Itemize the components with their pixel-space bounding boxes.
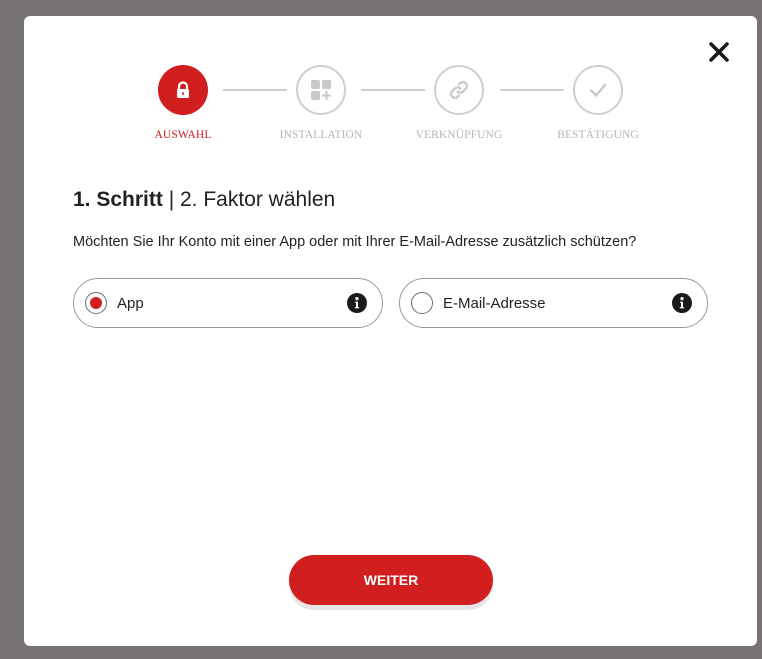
step-title: 2. Faktor wählen [179,188,336,211]
step-installation: INSTALLATION [271,65,371,141]
step-label: AUSWAHL [154,129,212,141]
step-verknuepfung: VERKNÜPFUNG [409,65,509,141]
step-number: 1. Schritt [73,188,163,211]
step-label: VERKNÜPFUNG [415,129,503,141]
question-text: Möchten Sie Ihr Konto mit einer App oder… [73,234,637,250]
step-label: BESTÄTIGUNG [557,129,639,141]
radio-button[interactable] [411,292,433,314]
option-label: E-Mail-Adresse [443,294,546,312]
lock-icon [177,81,189,98]
link-icon [449,80,469,100]
step-bestaetigung: BESTÄTIGUNG [548,65,648,141]
info-icon[interactable] [347,293,367,313]
step-circle [434,65,484,115]
page-title: 1. Schritt | 2. Faktor wählen [73,188,335,212]
step-circle [158,65,208,115]
app-grid-icon [311,80,332,101]
step-label: INSTALLATION [279,129,363,141]
check-icon [589,83,607,97]
option-email[interactable]: E-Mail-Adresse [399,278,708,328]
info-icon[interactable] [672,293,692,313]
close-icon[interactable] [707,40,731,64]
weiter-button[interactable]: WEITER [289,555,493,605]
modal-dialog: AUSWAHL INSTALLATION VERKNÜPFUNG BESTÄTI… [24,16,757,646]
option-app[interactable]: App [73,278,383,328]
step-circle [573,65,623,115]
title-separator: | [162,188,180,211]
step-circle [296,65,346,115]
option-label: App [117,294,144,312]
step-auswahl: AUSWAHL [133,65,233,141]
radio-button[interactable] [85,292,107,314]
radio-selected-dot [90,297,102,309]
